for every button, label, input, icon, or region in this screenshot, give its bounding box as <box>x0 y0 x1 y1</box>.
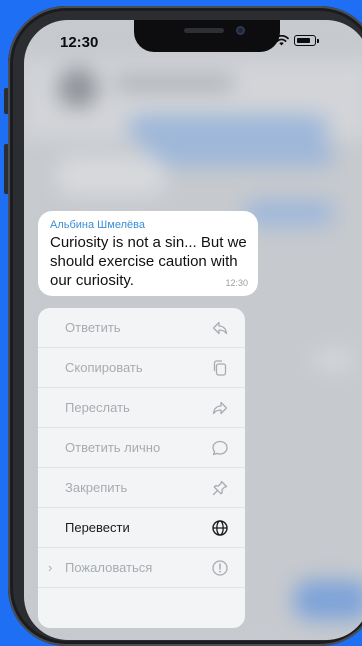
menu-item-label: Пожаловаться <box>65 560 153 575</box>
cellular-signal-icon <box>251 36 269 46</box>
menu-item-reply[interactable]: Ответить <box>38 308 245 348</box>
message-text: Curiosity is not a sin... But we should … <box>50 234 247 289</box>
chevron-right-icon: › <box>48 560 53 575</box>
menu-item-translate[interactable]: Перевести <box>38 508 245 548</box>
message-sender: Альбина Шмелёва <box>50 219 145 231</box>
front-camera <box>236 26 245 35</box>
menu-item-forward[interactable]: Переслать <box>38 388 245 428</box>
menu-item-label: Закрепить <box>65 480 128 495</box>
message-time: 12:30 <box>225 278 248 288</box>
menu-item-more[interactable] <box>38 588 245 628</box>
speaker-grille <box>184 28 224 33</box>
globe-icon <box>211 519 229 537</box>
reply-icon <box>211 319 229 337</box>
copy-icon <box>211 359 229 377</box>
battery-icon <box>294 35 319 46</box>
menu-item-report[interactable]: › Пожаловаться <box>38 548 245 588</box>
status-time: 12:30 <box>60 34 99 51</box>
menu-item-label: Ответить <box>65 320 121 335</box>
menu-item-copy[interactable]: Скопировать <box>38 348 245 388</box>
menu-item-reply-privately[interactable]: Ответить лично <box>38 428 245 468</box>
menu-item-pin[interactable]: Закрепить <box>38 468 245 508</box>
menu-item-label: Переслать <box>65 400 130 415</box>
message-context-menu: Ответить Скопировать Переслать Ответить … <box>38 308 245 628</box>
menu-item-label: Ответить лично <box>65 440 161 455</box>
forward-icon <box>211 399 229 417</box>
status-icons <box>251 35 319 46</box>
pin-icon <box>211 479 229 497</box>
message-bubble[interactable]: Альбина Шмелёва Curiosity is not a sin..… <box>38 211 258 296</box>
alert-icon <box>211 559 229 577</box>
wifi-icon <box>274 35 289 46</box>
chat-bubble-icon <box>211 439 229 457</box>
menu-item-label: Скопировать <box>65 360 143 375</box>
menu-item-label: Перевести <box>65 520 130 535</box>
